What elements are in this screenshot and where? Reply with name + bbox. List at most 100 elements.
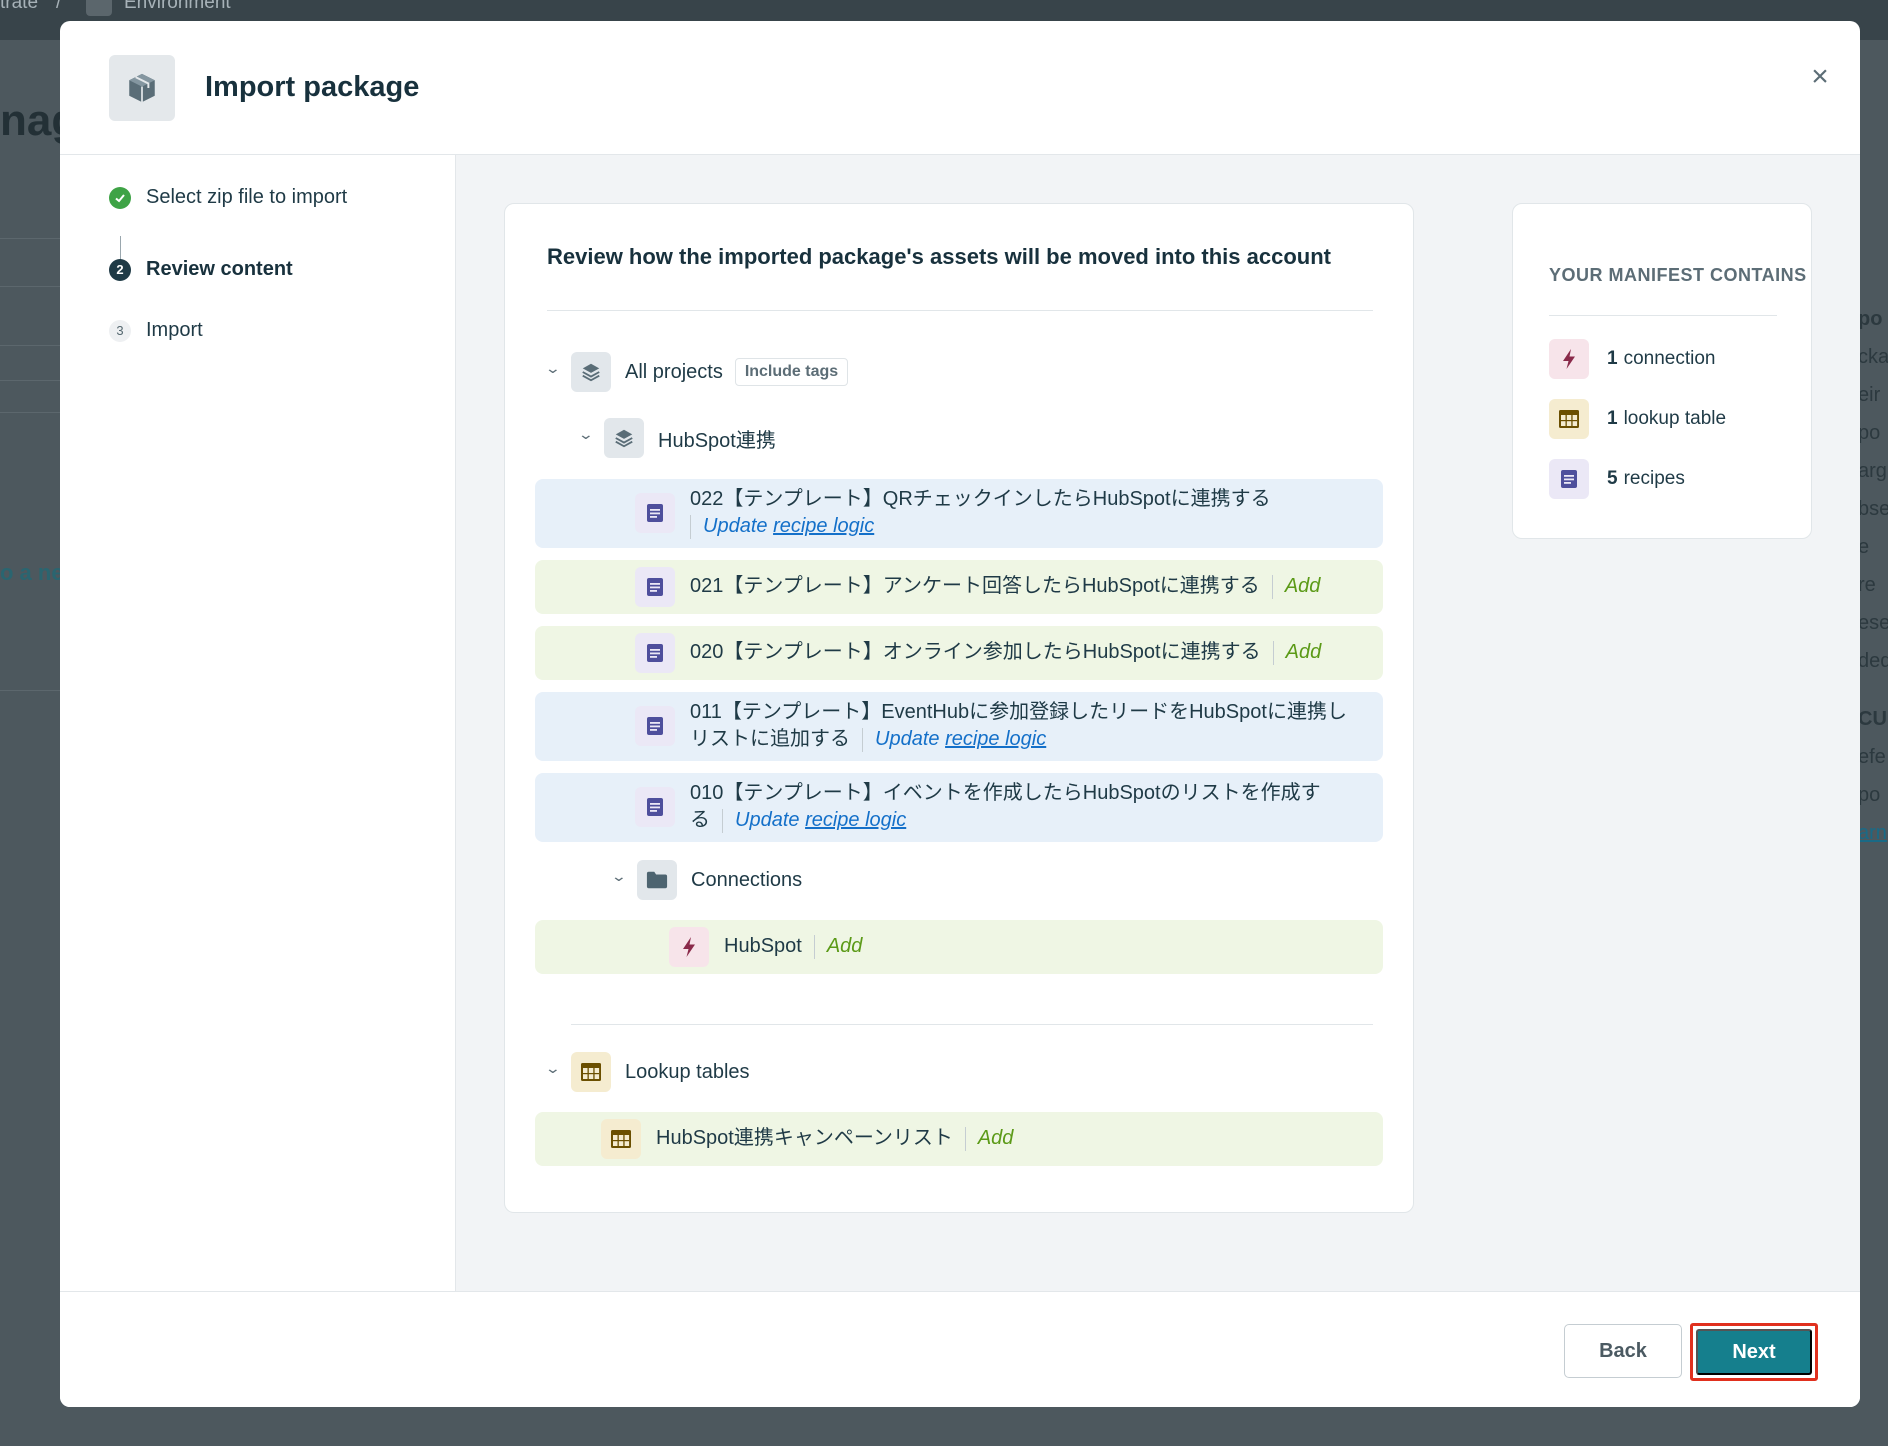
manifest-item-connection: 1 connection [1549, 339, 1715, 379]
lookup-table-title: HubSpot連携キャンペーンリスト [656, 1127, 953, 1149]
connections-folder-node: Connections [637, 860, 802, 900]
connection-row: HubSpot Add [535, 920, 1383, 974]
divider [571, 1024, 1373, 1025]
recipe-row: 020【テンプレート】オンライン参加したらHubSpotに連携する Add [535, 626, 1383, 680]
manifest-count: 1 [1607, 408, 1618, 429]
step-number: 3 [109, 319, 131, 342]
modal-footer: Back Next [60, 1291, 1860, 1407]
add-action: Add [1285, 641, 1322, 663]
steps-sidebar: Select zip file to import 2 Review conte… [60, 155, 456, 1291]
background-link: arn [1858, 822, 1887, 844]
content-area: Review how the imported package's assets… [456, 155, 1860, 1291]
step-number: 2 [109, 258, 131, 281]
lookup-table-row: HubSpot連携キャンペーンリスト Add [535, 1112, 1383, 1166]
action-text: Update [735, 809, 806, 831]
separator [690, 514, 691, 539]
lookup-tables-node: Lookup tables [571, 1052, 750, 1092]
recipe-logic-link[interactable]: recipe logic [773, 515, 874, 537]
recipe-icon [1549, 459, 1589, 499]
divider [547, 310, 1373, 311]
separator [862, 727, 863, 752]
modal-header: Import package × [60, 21, 1860, 155]
action-text: Update [875, 728, 946, 750]
recipe-icon [635, 706, 675, 746]
chevron-down-icon[interactable]: ⌄ [545, 360, 561, 377]
chevron-down-icon[interactable]: ⌄ [545, 1060, 561, 1077]
recipe-row: 021【テンプレート】アンケート回答したらHubSpotに連携する Add [535, 560, 1383, 614]
recipe-name: 011【テンプレート】EventHubに参加登録したリードをHubSpotに連携… [690, 699, 1347, 753]
add-action: Add [1284, 575, 1321, 597]
step-import: 3 Import [109, 319, 203, 342]
recipe-logic-link[interactable]: recipe logic [945, 728, 1046, 750]
modal-title: Import package [205, 71, 420, 103]
recipe-title: 020【テンプレート】オンライン参加したらHubSpotに連携する [690, 641, 1261, 663]
step-label: Review content [146, 258, 293, 280]
background-text: eir [1858, 384, 1881, 406]
recipe-title: 011【テンプレート】EventHubに参加登録したリードをHubSpotに連携… [690, 701, 1347, 723]
recipe-row: 011【テンプレート】EventHubに参加登録したリードをHubSpotに連携… [535, 692, 1383, 761]
lookup-tables-label: Lookup tables [625, 1060, 750, 1083]
environment-icon [86, 0, 112, 16]
folder-icon [637, 860, 677, 900]
step-select-zip[interactable]: Select zip file to import [109, 186, 347, 209]
recipe-logic-link[interactable]: recipe logic [805, 809, 906, 831]
manifest-label: recipes [1623, 468, 1685, 489]
step-label: Import [146, 319, 203, 341]
chevron-down-icon[interactable]: ⌄ [578, 426, 594, 443]
manifest-label: lookup table [1623, 408, 1727, 429]
background-text: ded [1858, 650, 1888, 672]
background-text: efe [1858, 746, 1886, 768]
connection-title: HubSpot [724, 935, 802, 957]
recipe-title-cont: リストに追加する [690, 728, 850, 750]
review-card: Review how the imported package's assets… [504, 203, 1414, 1213]
bolt-icon [669, 927, 709, 967]
background-text: cka [1858, 346, 1888, 368]
layers-icon [604, 418, 644, 458]
manifest-title: YOUR MANIFEST CONTAINS [1549, 265, 1807, 285]
check-icon [109, 186, 131, 209]
action-text: Update [703, 515, 774, 537]
recipe-name: 021【テンプレート】アンケート回答したらHubSpotに連携する Add [690, 573, 1320, 600]
background-right-panel: po cka eir po arg bse e re ese ded CU ef… [1858, 300, 1888, 852]
background-text: arg [1858, 460, 1887, 482]
recipe-name: 010【テンプレート】イベントを作成したらHubSpotのリストを作成す る Up… [690, 780, 1321, 834]
package-icon [109, 55, 175, 121]
table-icon [571, 1052, 611, 1092]
add-action: Add [977, 1127, 1014, 1149]
recipe-row: 010【テンプレート】イベントを作成したらHubSpotのリストを作成す る Up… [535, 773, 1383, 842]
manifest-card: YOUR MANIFEST CONTAINS 1 connection 1 look… [1512, 203, 1812, 539]
step-label: Select zip file to import [146, 186, 348, 208]
recipe-title: 021【テンプレート】アンケート回答したらHubSpotに連携する [690, 575, 1260, 597]
import-package-modal: Import package × Select zip file to impo… [60, 21, 1860, 1407]
layers-icon [571, 352, 611, 392]
recipe-icon [635, 633, 675, 673]
recipe-icon [635, 787, 675, 827]
recipe-title-cont: る [690, 809, 710, 831]
manifest-label: connection [1623, 348, 1716, 369]
background-text: e re [1858, 536, 1876, 596]
table-icon [1549, 399, 1589, 439]
next-button[interactable]: Next [1696, 1329, 1812, 1375]
step-review-content: 2 Review content [109, 258, 293, 281]
back-button[interactable]: Back [1564, 1324, 1682, 1378]
all-projects-label: All projects [625, 360, 723, 383]
update-action: Update recipe logic [735, 809, 906, 831]
recipe-row: 022【テンプレート】QRチェックインしたらHubSpotに連携する Updat… [535, 479, 1383, 548]
separator [722, 808, 723, 833]
recipe-name: 022【テンプレート】QRチェックインしたらHubSpotに連携する Updat… [690, 486, 1271, 540]
breadcrumb-item: trate [0, 0, 39, 13]
manifest-count: 5 [1607, 468, 1618, 489]
background-text: bse [1858, 498, 1888, 520]
background-text: CU [1858, 708, 1887, 730]
separator [1272, 640, 1274, 665]
update-action: Update recipe logic [703, 515, 874, 537]
chevron-down-icon[interactable]: ⌄ [611, 868, 627, 885]
background-text: ese [1858, 612, 1888, 634]
connections-label: Connections [691, 868, 803, 891]
recipe-icon [635, 493, 675, 533]
manifest-count: 1 [1607, 348, 1618, 369]
project-label: HubSpot連携 [658, 429, 776, 452]
background-text: po [1858, 308, 1883, 330]
close-icon[interactable]: × [1800, 57, 1840, 97]
breadcrumb-item: Environment [124, 0, 231, 13]
